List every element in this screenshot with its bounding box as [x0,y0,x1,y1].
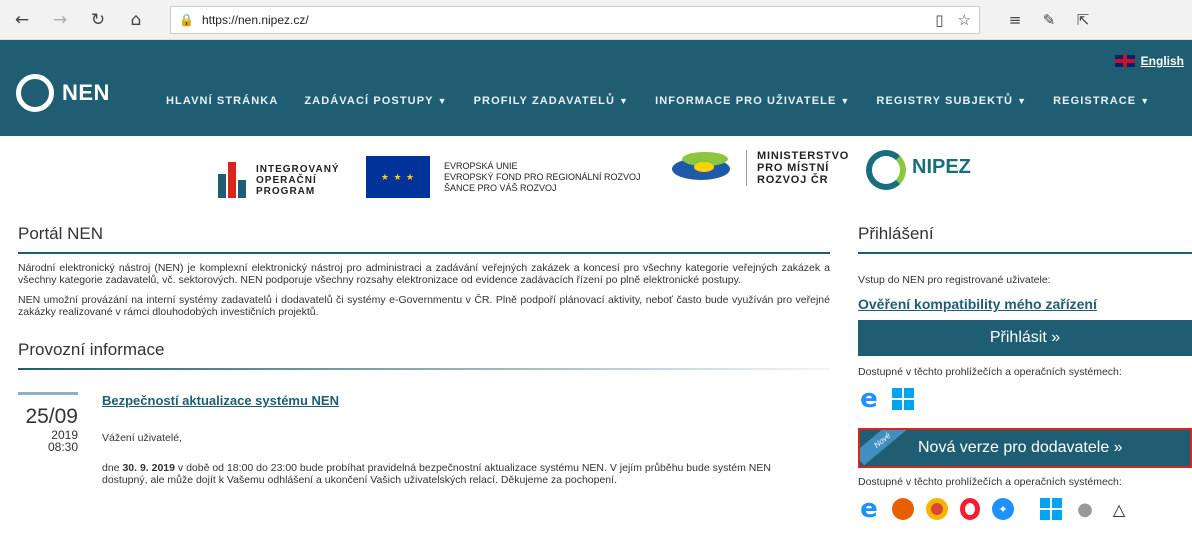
provozni-title: Provozní informace [18,340,830,370]
windows-icon [1040,498,1062,520]
iop-line2: OPERAČNÍ [256,174,317,186]
supported-platforms: e [858,384,1192,414]
news-text: dne 30. 9. 2019 v době od 18:00 do 23:00… [102,462,771,486]
refresh-icon[interactable]: ↻ [84,6,112,34]
entry-text: Vstup do NEN pro registrované uživatele: [858,274,1051,286]
iop-line3: PROGRAM [256,185,316,197]
nen-logo[interactable]: NEN [16,74,110,112]
home-icon[interactable]: ⌂ [122,6,150,34]
supported-platforms-2: e ✦ ● △ [858,494,1192,524]
nen-logo-icon [16,74,54,112]
forward-icon[interactable]: → [46,6,74,34]
partner-logos: INTEGROVANÝ OPERAČNÍ PROGRAM ★ ★ ★ EVROP… [0,136,1192,224]
edge-icon: e [860,494,878,524]
nipez-text: NIPEZ [912,156,971,178]
mmr-line2: PRO MÍSTNÍ [757,162,830,174]
chevron-down-icon: ▼ [437,96,448,106]
eu-line2: EVROPSKÝ FOND PRO REGIONÁLNÍ ROZVOJ [444,171,641,182]
login-sidebar: Přihlášení Vstup do NEN pro registrované… [858,224,1192,524]
login-button[interactable]: Přihlásit » [858,320,1192,356]
new-badge: Nové [860,430,911,466]
iop-logo: INTEGROVANÝ OPERAČNÍ PROGRAM [218,162,340,198]
available-text: Dostupné v těchto prohlížečích a operačn… [858,366,1122,378]
chevron-down-icon: ▼ [840,96,851,106]
eu-line1: EVROPSKÁ UNIE [444,160,518,171]
new-version-label: Nová verze pro dodavatele » [918,439,1123,456]
news-greeting: Vážení uživatelé, [102,432,182,444]
chevron-down-icon: ▼ [1140,96,1151,106]
new-version-button[interactable]: Nové Nová verze pro dodavatele » [858,428,1192,468]
news-date: 25/09 2019 08:30 [18,392,78,453]
mmr-logo-icon [672,150,734,186]
logo-text: NEN [62,80,110,105]
back-icon[interactable]: ← [8,6,36,34]
portal-title: Portál NEN [18,224,830,254]
reading-view-icon[interactable]: ▯ [935,11,943,29]
available-text-2: Dostupné v těchto prohlížečích a operačn… [858,476,1122,488]
linux-icon: △ [1112,499,1126,519]
firefox-icon [892,498,914,520]
compatibility-link[interactable]: Ověření kompatibility mého zařízení [858,296,1192,312]
main-menu: HLAVNÍ STRÁNKA ZADÁVACÍ POSTUPY ▼ PROFILY… [166,95,1150,107]
site-header: NEN English HLAVNÍ STRÁNKA ZADÁVACÍ POST… [0,40,1192,136]
mmr-line3: ROZVOJ ČR [757,174,829,186]
menu-item-profily-zadavatelu[interactable]: PROFILY ZADAVATELŮ ▼ [474,95,629,107]
portal-paragraph-2: NEN umožní provázání na interní systémy … [18,294,830,318]
internet-explorer-icon: e [860,384,878,414]
windows-icon [892,388,914,410]
safari-icon: ✦ [992,498,1014,520]
pen-icon[interactable]: ✎ [1032,11,1066,29]
url-text: https://nen.nipez.cz/ [201,12,309,27]
news-title-link[interactable]: Bezpečností aktualizace systému NEN [102,393,339,408]
menu-item-zadavaci-postupy[interactable]: ZADÁVACÍ POSTUPY ▼ [304,95,447,107]
share-icon[interactable]: ⇱ [1066,11,1100,29]
mmr-line1: MINISTERSTVO [757,150,850,162]
news-date-day: 25/09 [25,405,78,428]
chrome-icon [926,498,948,520]
apple-icon: ● [1077,498,1093,520]
mmr-logo: MINISTERSTVO PRO MÍSTNÍ ROZVOJ ČR [672,150,849,186]
chevron-down-icon: ▼ [1017,96,1028,106]
menu-item-registrace[interactable]: REGISTRACE ▼ [1053,95,1150,107]
opera-icon [960,498,980,520]
portal-paragraph-1: Národní elektronický nástroj (NEN) je ko… [18,262,830,286]
lock-icon: 🔒 [179,12,194,27]
news-item: 25/09 2019 08:30 Bezpečností aktualizace… [18,392,830,486]
nipez-logo-icon [866,150,906,190]
uk-flag-icon [1114,55,1135,67]
menu-item-registry[interactable]: REGISTRY SUBJEKTŮ ▼ [876,95,1027,107]
eu-flag-icon: ★ ★ ★ [366,156,430,198]
main-content: Portál NEN Národní elektronický nástroj … [18,224,830,486]
news-date-time: 08:30 [47,440,78,454]
chevron-down-icon: ▼ [619,96,630,106]
favorite-star-icon[interactable]: ☆ [958,11,971,29]
favorites-list-icon[interactable]: ≡ [998,11,1032,29]
menu-item-hlavni-stranka[interactable]: HLAVNÍ STRÁNKA [166,95,278,107]
menu-item-informace[interactable]: INFORMACE PRO UŽIVATELE ▼ [655,95,850,107]
language-switch[interactable]: English [1114,54,1184,68]
language-link[interactable]: English [1141,54,1184,68]
browser-toolbar: ← → ↻ ⌂ 🔒 https://nen.nipez.cz/ ▯ ☆ ≡ ✎ … [0,0,1192,40]
address-bar[interactable]: 🔒 https://nen.nipez.cz/ ▯ ☆ [170,5,980,34]
eu-line3: ŠANCE PRO VÁŠ ROZVOJ [444,182,557,193]
iop-line1: INTEGROVANÝ [256,163,340,175]
nipez-logo: NIPEZ [866,150,971,190]
eu-logo: ★ ★ ★ EVROPSKÁ UNIE EVROPSKÝ FOND PRO RE… [366,156,641,198]
login-title: Přihlášení [858,224,1192,254]
